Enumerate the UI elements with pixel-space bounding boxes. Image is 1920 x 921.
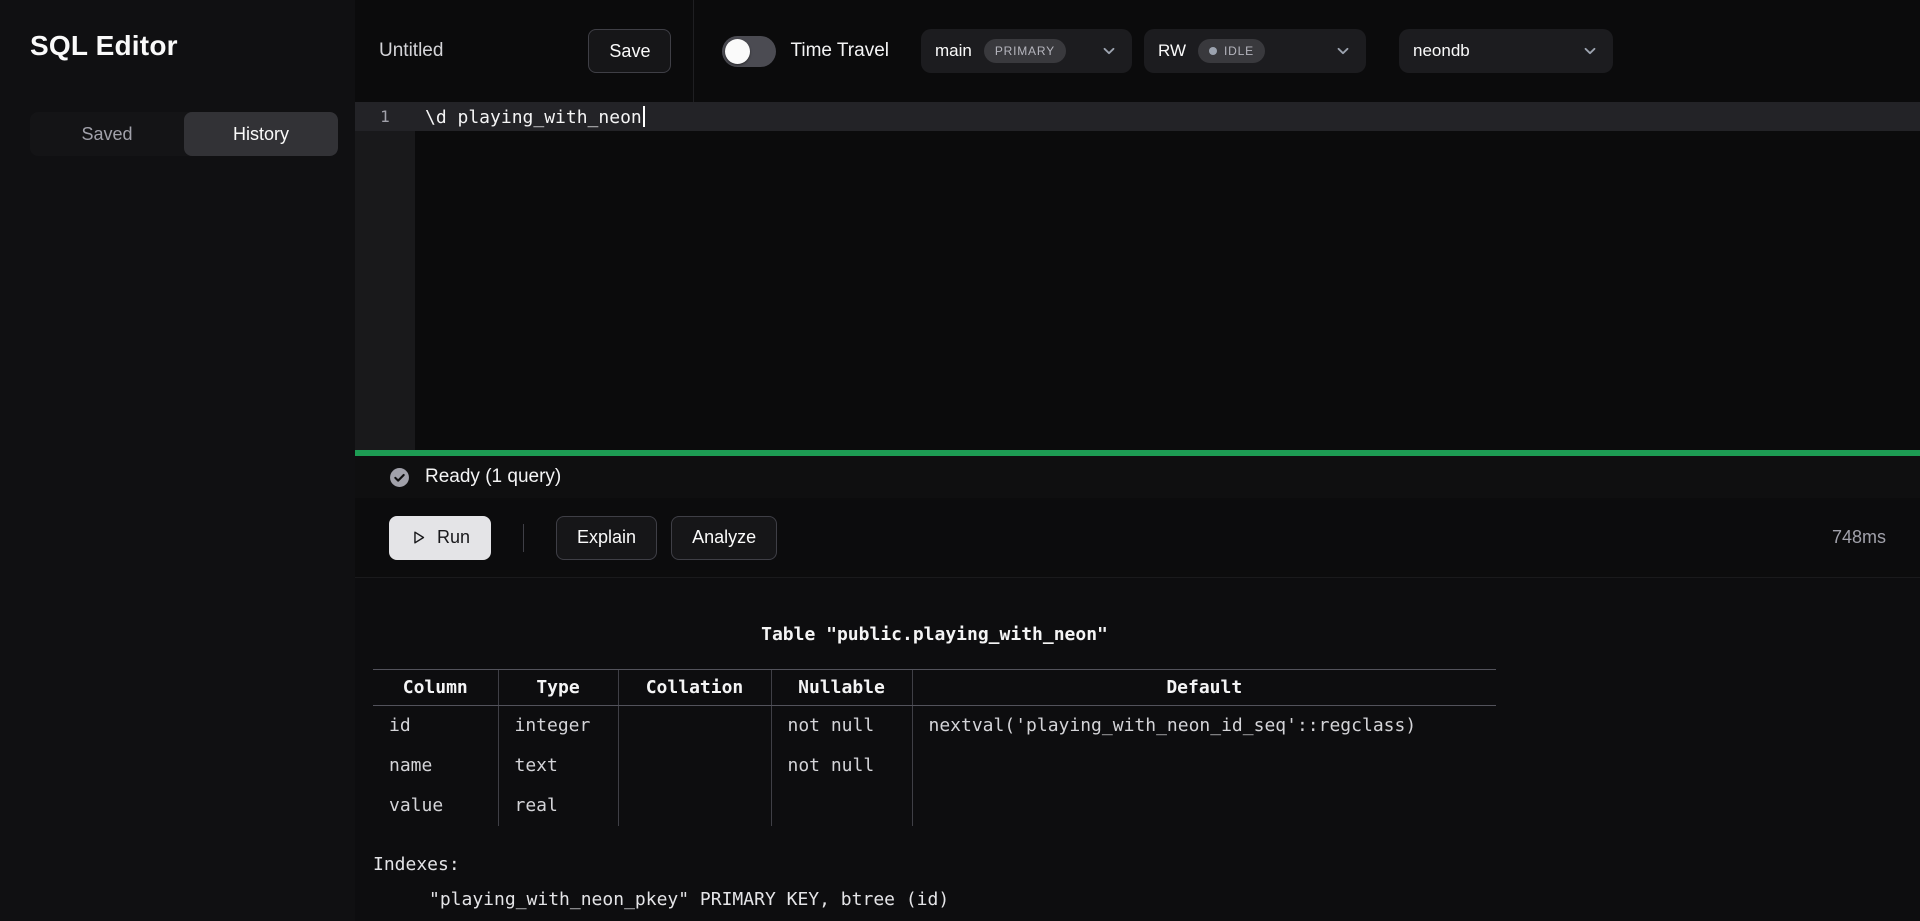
column-header: Column — [373, 670, 498, 706]
table-cell — [618, 746, 771, 786]
tab-saved[interactable]: Saved — [30, 112, 184, 156]
table-cell: not null — [771, 746, 912, 786]
table-cell: value — [373, 786, 498, 826]
compute-selector[interactable]: RW IDLE — [1144, 29, 1366, 73]
database-name: neondb — [1413, 41, 1470, 61]
branch-selector[interactable]: main PRIMARY — [921, 29, 1132, 73]
table-cell — [912, 746, 1496, 786]
table-cell: not null — [771, 706, 912, 746]
code-editor[interactable]: 1 \d playing_with_neon — [355, 102, 1920, 450]
line-number: 1 — [355, 107, 415, 126]
status-bar: Ready (1 query) — [355, 456, 1920, 498]
tab-saved-label: Saved — [81, 124, 132, 145]
save-button-label: Save — [609, 41, 650, 62]
results-table: Column Type Collation Nullable Default i… — [373, 669, 1496, 826]
analyze-button-label: Analyze — [692, 527, 756, 548]
topbar-divider — [693, 0, 694, 102]
chevron-down-icon — [1581, 42, 1599, 60]
compute-status-label: IDLE — [1224, 44, 1254, 58]
column-header: Default — [912, 670, 1496, 706]
code-text: \d playing_with_neon — [425, 107, 642, 128]
code-line[interactable]: \d playing_with_neon — [415, 106, 645, 128]
table-row: value real — [373, 786, 1496, 826]
table-cell: name — [373, 746, 498, 786]
time-travel-label: Time Travel — [790, 40, 889, 62]
status-message: Ready (1 query) — [425, 466, 561, 488]
tab-history[interactable]: History — [184, 112, 338, 156]
chevron-down-icon — [1334, 42, 1352, 60]
editor-active-line[interactable]: 1 \d playing_with_neon — [355, 102, 1920, 131]
column-header: Type — [498, 670, 618, 706]
column-header: Collation — [618, 670, 771, 706]
table-cell — [771, 786, 912, 826]
explain-button-label: Explain — [577, 527, 636, 548]
results-table-title: Table "public.playing_with_neon" — [373, 624, 1496, 645]
status-dot-icon — [1209, 47, 1217, 55]
play-icon — [410, 529, 427, 546]
index-item: "playing_with_neon_pkey" PRIMARY KEY, bt… — [373, 889, 1920, 910]
results-panel: Table "public.playing_with_neon" Column … — [355, 577, 1920, 921]
indexes-label: Indexes: — [373, 854, 1920, 875]
query-title[interactable]: Untitled — [379, 40, 443, 62]
save-button[interactable]: Save — [588, 29, 671, 73]
branch-name: main — [935, 41, 972, 61]
main-panel: Untitled Save Time Travel main PRIMARY R… — [355, 0, 1920, 921]
line-number-gutter — [355, 102, 415, 450]
explain-button[interactable]: Explain — [556, 516, 657, 560]
analyze-button[interactable]: Analyze — [671, 516, 777, 560]
run-button[interactable]: Run — [389, 516, 491, 560]
table-cell: real — [498, 786, 618, 826]
query-duration: 748ms — [1832, 527, 1886, 548]
table-row: id integer not null nextval('playing_wit… — [373, 706, 1496, 746]
toggle-knob — [725, 39, 750, 64]
time-travel-toggle[interactable] — [722, 36, 776, 67]
run-button-label: Run — [437, 527, 470, 548]
table-cell — [618, 786, 771, 826]
topbar: Untitled Save Time Travel main PRIMARY R… — [355, 0, 1920, 102]
compute-mode: RW — [1158, 41, 1186, 61]
query-toolbar: Run Explain Analyze 748ms — [355, 498, 1920, 577]
page-title: SQL Editor — [30, 30, 335, 62]
sql-editor-app: SQL Editor Saved History Untitled Save T… — [0, 0, 1920, 921]
check-circle-icon — [389, 467, 410, 488]
tab-history-label: History — [233, 124, 289, 145]
chevron-down-icon — [1100, 42, 1118, 60]
compute-status-badge: IDLE — [1198, 39, 1265, 63]
saved-history-tabs: Saved History — [30, 112, 338, 156]
table-cell: id — [373, 706, 498, 746]
table-cell: integer — [498, 706, 618, 746]
table-cell — [912, 786, 1496, 826]
table-header-row: Column Type Collation Nullable Default — [373, 670, 1496, 706]
sidebar: SQL Editor Saved History — [0, 0, 355, 921]
branch-primary-badge-label: PRIMARY — [995, 44, 1055, 58]
toolbar-divider — [523, 524, 524, 552]
table-cell — [618, 706, 771, 746]
table-cell: nextval('playing_with_neon_id_seq'::regc… — [912, 706, 1496, 746]
database-selector[interactable]: neondb — [1399, 29, 1613, 73]
table-cell: text — [498, 746, 618, 786]
text-cursor-icon — [643, 106, 645, 127]
branch-primary-badge: PRIMARY — [984, 39, 1066, 63]
table-row: name text not null — [373, 746, 1496, 786]
column-header: Nullable — [771, 670, 912, 706]
